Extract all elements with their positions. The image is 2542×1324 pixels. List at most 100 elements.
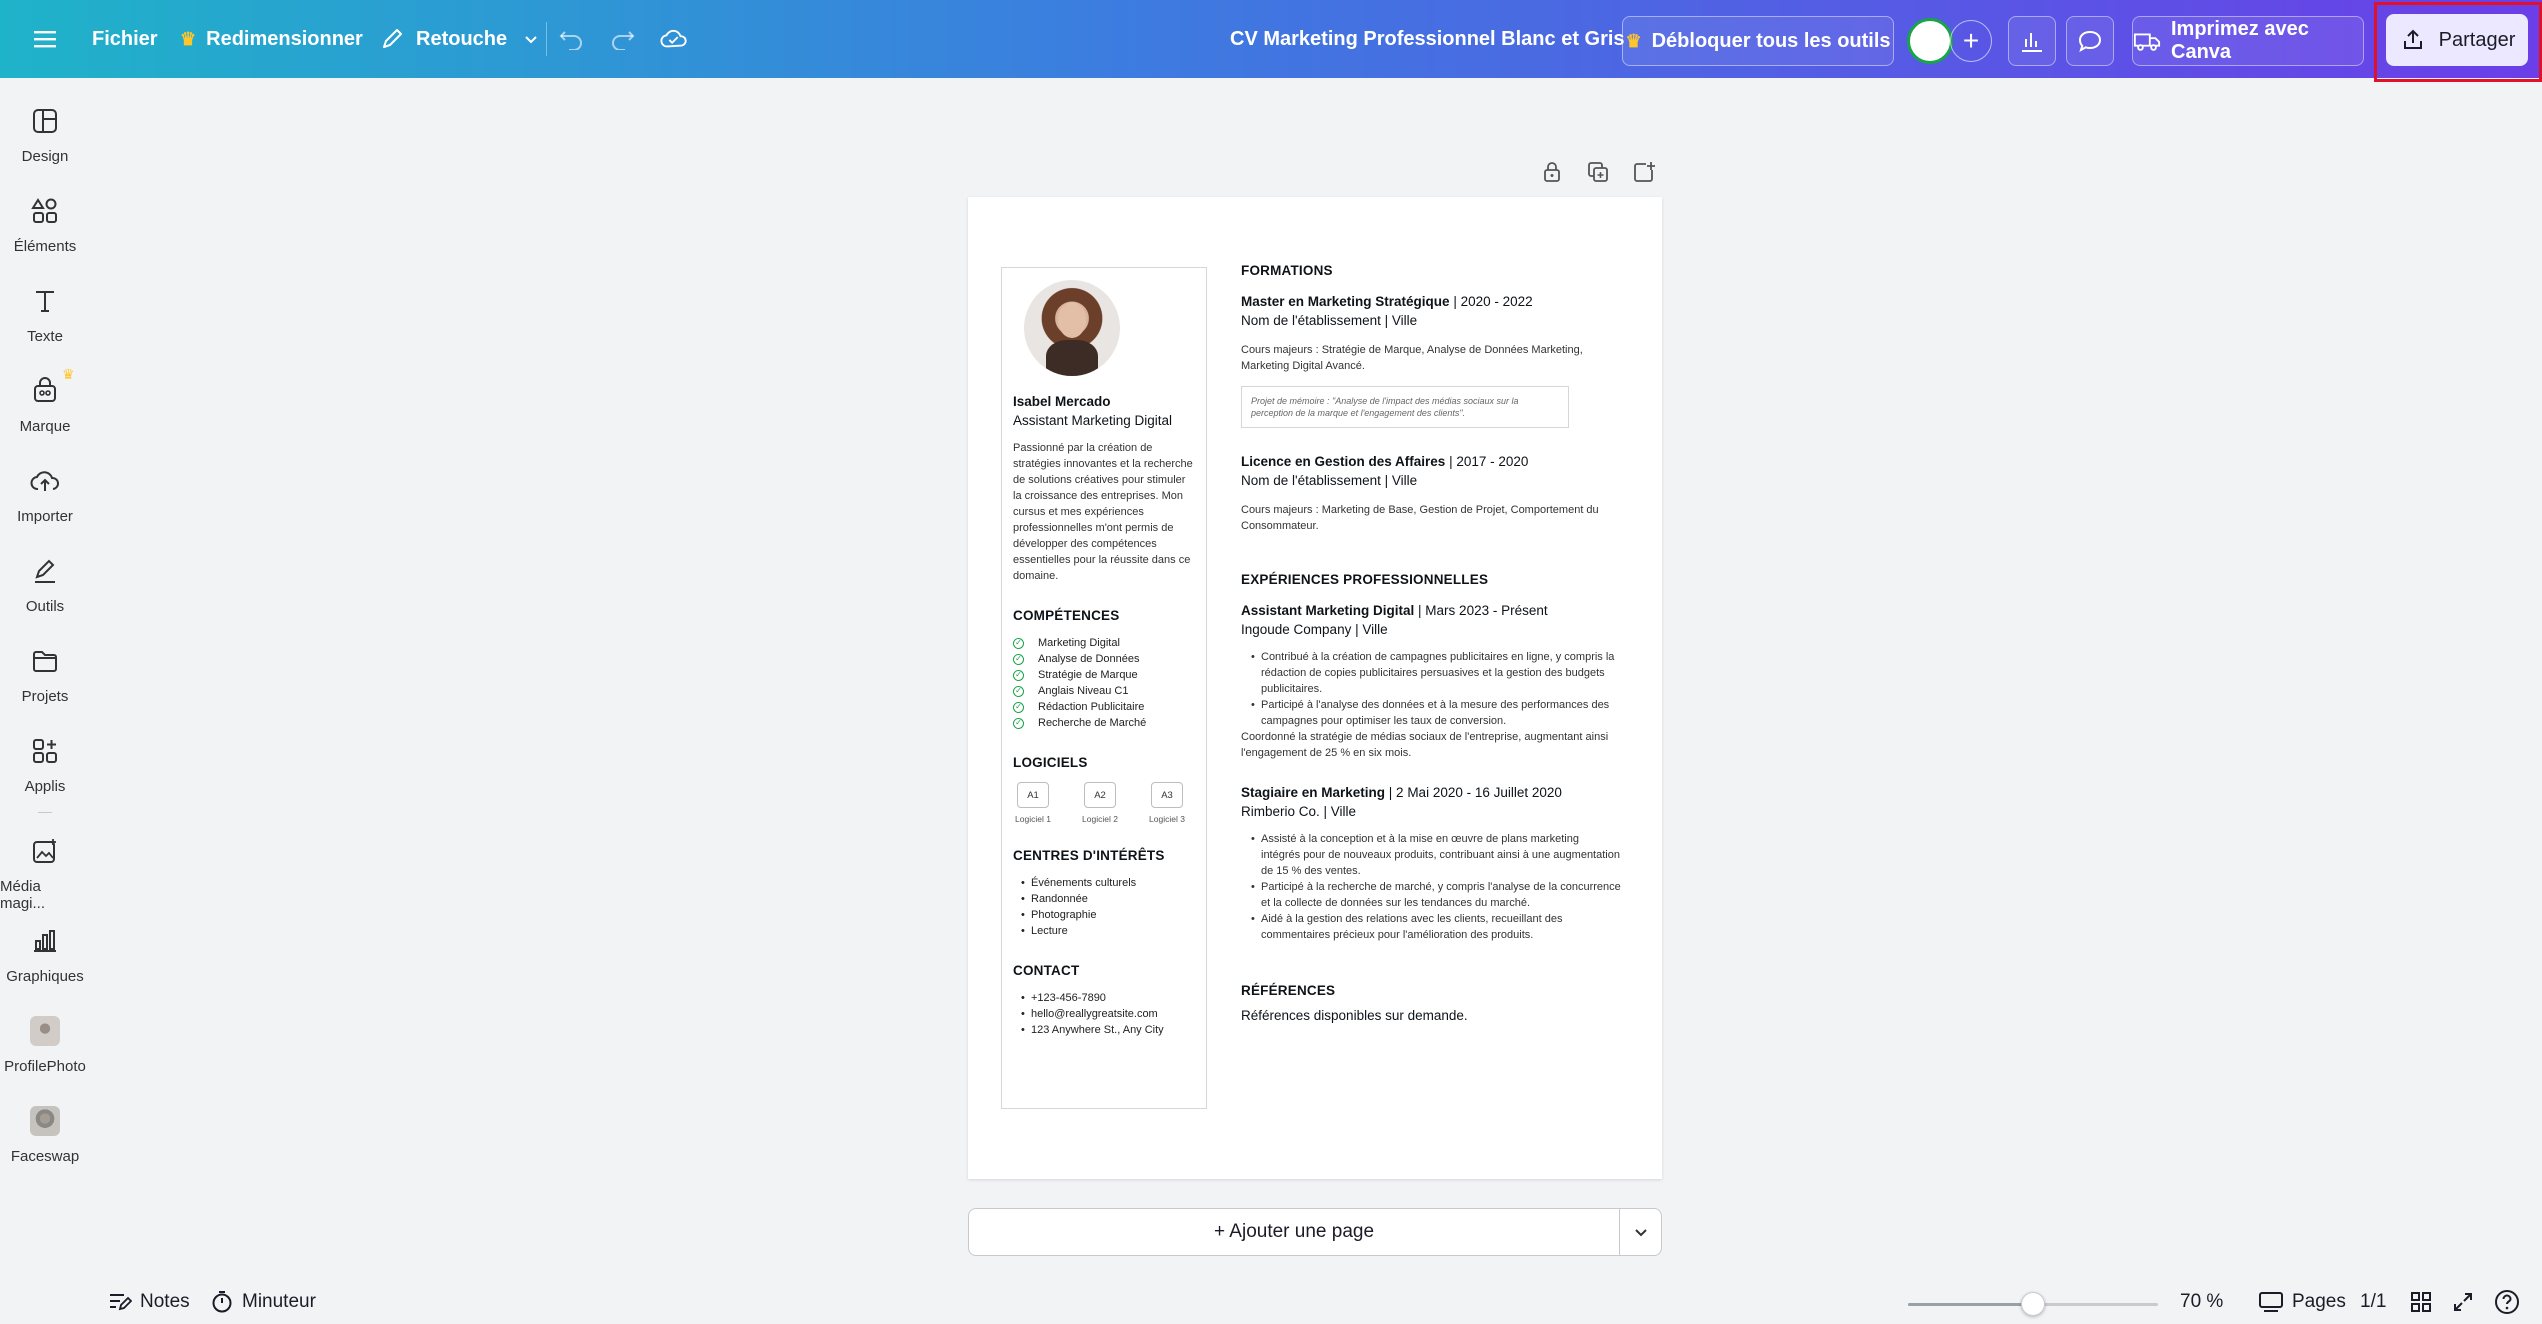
comments-button[interactable] <box>2066 16 2114 66</box>
experience-dates: | 2 Mai 2020 - 16 Juillet 2020 <box>1385 785 1562 800</box>
file-menu[interactable]: Fichier <box>78 14 172 64</box>
resume-left-column[interactable]: Isabel Mercado Assistant Marketing Digit… <box>1001 267 1207 1109</box>
references-heading[interactable]: RÉFÉRENCES <box>1241 983 1621 998</box>
formation-title[interactable]: Licence en Gestion des Affaires | 2017 -… <box>1241 452 1621 471</box>
chevron-down-icon <box>517 25 545 53</box>
zoom-percentage[interactable]: 70 % <box>2180 1280 2223 1324</box>
add-page-icon-button[interactable] <box>1632 160 1656 189</box>
pages-icon <box>2259 1292 2283 1312</box>
sidebar-item-design[interactable]: Design <box>0 104 90 165</box>
sidebar-item-brand[interactable]: ♛ Marque <box>0 366 90 435</box>
sidebar-item-elements[interactable]: Éléments <box>0 194 90 255</box>
document-title[interactable]: CV Marketing Professionnel Blanc et Gris <box>1230 0 1625 78</box>
sidebar-item-faceswap[interactable]: Faceswap <box>0 1104 90 1165</box>
resume-role[interactable]: Assistant Marketing Digital <box>1013 413 1195 428</box>
formation-courses[interactable]: Cours majeurs : Marketing de Base, Gesti… <box>1241 502 1621 534</box>
check-circle-icon: ✓ <box>1013 669 1024 681</box>
experience-heading[interactable]: EXPÉRIENCES PROFESSIONNELLES <box>1241 572 1621 587</box>
sidebar-item-tools[interactable]: Outils <box>0 554 90 615</box>
skill-item[interactable]: ✓ Marketing Digital <box>1013 635 1195 651</box>
resume-right-column[interactable]: FORMATIONS Master en Marketing Stratégiq… <box>1241 263 1621 1025</box>
timer-button[interactable]: Minuteur <box>210 1280 316 1324</box>
skill-label: Recherche de Marché <box>1038 717 1147 729</box>
save-status-button[interactable] <box>654 14 694 64</box>
sidebar-item-apps[interactable]: Applis <box>0 734 90 795</box>
add-page-dropdown[interactable] <box>1619 1208 1662 1256</box>
software-item[interactable]: A2 Logiciel 2 <box>1080 782 1120 824</box>
experience-company[interactable]: Ingoude Company | Ville <box>1241 620 1621 639</box>
contact-heading[interactable]: CONTACT <box>1013 963 1195 978</box>
print-with-canva-button[interactable]: Imprimez avec Canva <box>2132 16 2364 66</box>
software-heading[interactable]: LOGICIELS <box>1013 755 1195 770</box>
resume-bio[interactable]: Passionné par la création de stratégies … <box>1013 440 1195 584</box>
pages-button[interactable]: Pages <box>2258 1280 2346 1324</box>
experience-title[interactable]: Assistant Marketing Digital | Mars 2023 … <box>1241 601 1621 620</box>
formation-school[interactable]: Nom de l'établissement | Ville <box>1241 471 1621 490</box>
skill-item[interactable]: ✓ Analyse de Données <box>1013 651 1195 667</box>
experience-title[interactable]: Stagiaire en Marketing | 2 Mai 2020 - 16… <box>1241 783 1621 802</box>
interests-list[interactable]: Événements culturels Randonnée Photograp… <box>1013 875 1195 939</box>
layout-icon <box>28 104 62 138</box>
experience-bullets[interactable]: Contribué à la création de campagnes pub… <box>1241 649 1621 761</box>
sidebar-item-magic-media[interactable]: Média magi... <box>0 834 90 912</box>
user-avatar[interactable] <box>1907 18 1953 64</box>
resize-label: Redimensionner <box>206 27 363 50</box>
help-button[interactable] <box>2494 1280 2520 1324</box>
sidebar-item-charts[interactable]: Graphiques <box>0 924 90 985</box>
list-item: Lecture <box>1013 923 1195 939</box>
formation-memo[interactable]: Projet de mémoire : "Analyse de l'impact… <box>1241 386 1569 428</box>
text-icon <box>28 284 62 318</box>
formation-school[interactable]: Nom de l'établissement | Ville <box>1241 311 1621 330</box>
contact-address: 123 Anywhere St., Any City <box>1013 1022 1195 1038</box>
sidebar-item-upload[interactable]: Importer <box>0 464 90 525</box>
skill-label: Stratégie de Marque <box>1038 669 1138 681</box>
redo-icon <box>608 25 636 53</box>
software-item[interactable]: A1 Logiciel 1 <box>1013 782 1053 824</box>
zoom-slider[interactable] <box>1908 1292 2158 1316</box>
formations-heading[interactable]: FORMATIONS <box>1241 263 1621 278</box>
undo-button[interactable] <box>552 14 592 64</box>
duplicate-page-button[interactable] <box>1586 160 1610 189</box>
grid-view-button[interactable] <box>2410 1280 2432 1324</box>
experience-company[interactable]: Rimberio Co. | Ville <box>1241 802 1621 821</box>
skill-item[interactable]: ✓ Anglais Niveau C1 <box>1013 683 1195 699</box>
fullscreen-button[interactable] <box>2452 1280 2474 1324</box>
experience-bullets[interactable]: Assisté à la conception et à la mise en … <box>1241 831 1621 943</box>
add-collaborator-button[interactable]: + <box>1950 20 1992 62</box>
sidebar-item-projects[interactable]: Projets <box>0 644 90 705</box>
cloud-check-icon <box>660 25 688 53</box>
insights-button[interactable] <box>2008 16 2056 66</box>
notes-button[interactable]: Notes <box>108 1280 190 1324</box>
formation-courses[interactable]: Cours majeurs : Stratégie de Marque, Ana… <box>1241 342 1621 374</box>
sidebar-item-text[interactable]: Texte <box>0 284 90 345</box>
resume-name[interactable]: Isabel Mercado <box>1013 394 1195 409</box>
experience-note: Coordonné la stratégie de médias sociaux… <box>1241 731 1609 759</box>
menu-button[interactable] <box>28 14 64 64</box>
profile-photo[interactable] <box>1024 280 1120 376</box>
formation-title[interactable]: Master en Marketing Stratégique | 2020 -… <box>1241 292 1621 311</box>
skill-item[interactable]: ✓ Rédaction Publicitaire <box>1013 699 1195 715</box>
design-page[interactable]: Isabel Mercado Assistant Marketing Digit… <box>968 197 1662 1179</box>
skill-label: Analyse de Données <box>1038 653 1140 665</box>
interests-heading[interactable]: CENTRES D'INTÉRÊTS <box>1013 848 1195 863</box>
lock-page-button[interactable] <box>1540 160 1564 189</box>
edit-mode-dropdown[interactable]: Retouche <box>364 14 559 64</box>
skill-item[interactable]: ✓ Stratégie de Marque <box>1013 667 1195 683</box>
software-item[interactable]: A3 Logiciel 3 <box>1147 782 1187 824</box>
sidebar-item-label: Applis <box>24 778 66 795</box>
resize-button[interactable]: ♛ Redimensionner <box>166 14 377 64</box>
skills-heading[interactable]: COMPÉTENCES <box>1013 608 1195 623</box>
redo-button[interactable] <box>602 14 642 64</box>
software-list: A1 Logiciel 1 A2 Logiciel 2 A3 Logiciel 3 <box>1013 782 1195 824</box>
add-page-button[interactable]: + Ajouter une page <box>968 1208 1620 1256</box>
add-page-label: + Ajouter une page <box>1213 1221 1375 1242</box>
sidebar-divider <box>38 812 52 813</box>
sidebar-item-profilephoto[interactable]: ProfilePhoto <box>0 1014 90 1075</box>
contact-list[interactable]: +123-456-7890 hello@reallygreatsite.com … <box>1013 990 1195 1038</box>
skill-item[interactable]: ✓ Recherche de Marché <box>1013 715 1195 731</box>
zoom-slider-handle[interactable] <box>2021 1292 2045 1316</box>
top-toolbar: Fichier ♛ Redimensionner Retouche CV Mar… <box>0 0 2542 78</box>
unlock-tools-button[interactable]: ♛ Débloquer tous les outils <box>1622 16 1894 66</box>
experience-role: Assistant Marketing Digital <box>1241 603 1415 618</box>
references-text[interactable]: Références disponibles sur demande. <box>1241 1006 1621 1025</box>
